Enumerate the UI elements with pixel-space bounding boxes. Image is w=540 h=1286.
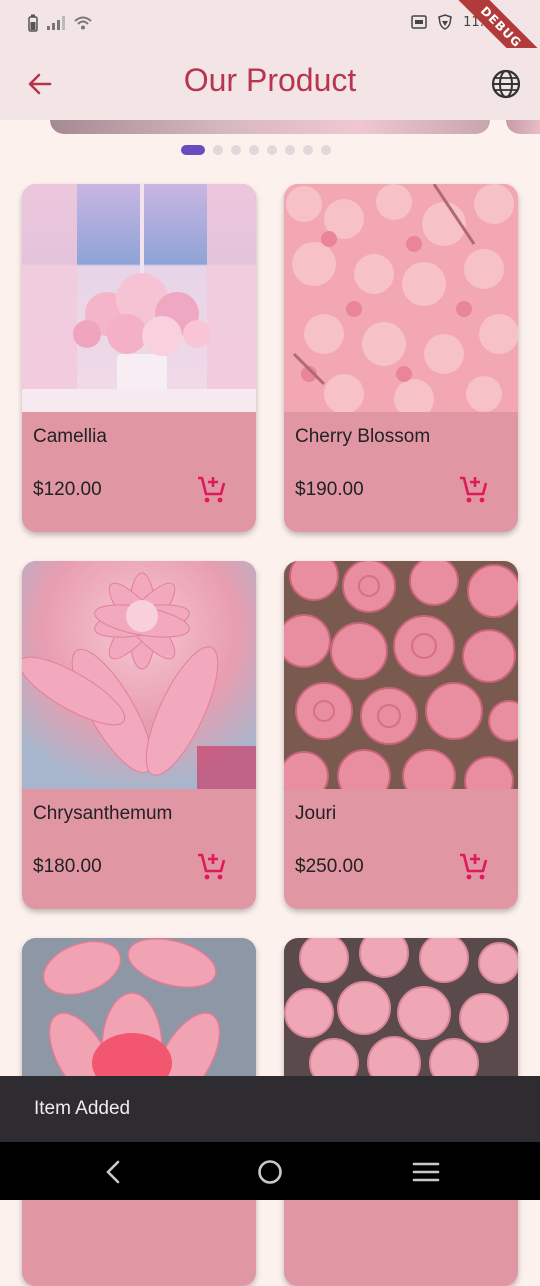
banner-image-next[interactable] — [506, 120, 540, 134]
carousel-dot[interactable] — [231, 145, 241, 155]
product-card-camellia[interactable]: Camellia $120.00 — [22, 184, 256, 532]
add-to-cart-icon[interactable] — [196, 851, 228, 883]
battery-icon — [28, 14, 38, 32]
status-left-icons — [28, 14, 92, 32]
status-bar: 11: DEBUG — [0, 0, 540, 88]
carousel-dot-active[interactable] — [181, 145, 205, 155]
add-to-cart-icon[interactable] — [196, 474, 228, 506]
carousel-dot[interactable] — [213, 145, 223, 155]
add-to-cart-icon[interactable] — [458, 474, 490, 506]
product-name: Chrysanthemum — [33, 803, 173, 824]
carousel-dot[interactable] — [249, 145, 259, 155]
product-price: $250.00 — [295, 856, 364, 877]
banner-image[interactable] — [50, 120, 490, 134]
product-image — [284, 184, 518, 412]
circle-home-icon[interactable] — [256, 1158, 284, 1186]
product-card-chrysanthemum[interactable]: Chrysanthemum $180.00 — [22, 561, 256, 909]
product-name: Camellia — [33, 426, 107, 447]
product-name: Jouri — [295, 803, 337, 824]
product-price: $190.00 — [295, 479, 364, 500]
carousel-indicator — [181, 145, 331, 155]
add-to-cart-icon[interactable] — [458, 851, 490, 883]
snackbar-message: Item Added — [34, 1098, 131, 1119]
carousel-dot[interactable] — [267, 145, 277, 155]
product-name: Cherry Blossom — [295, 426, 431, 447]
globe-icon[interactable] — [490, 68, 522, 100]
wifi-icon — [74, 16, 92, 30]
carousel-dot[interactable] — [321, 145, 331, 155]
product-image — [22, 561, 256, 789]
menu-lines-icon[interactable] — [412, 1158, 440, 1186]
snackbar: Item Added — [0, 1076, 540, 1142]
product-image — [22, 184, 256, 412]
status-right-icons: 11: — [411, 14, 484, 30]
carousel-dot[interactable] — [303, 145, 313, 155]
chevron-left-icon[interactable] — [100, 1158, 128, 1186]
notification-card-icon — [411, 15, 427, 29]
system-nav-bar — [0, 1142, 540, 1200]
product-card-cherry-blossom[interactable]: Cherry Blossom $190.00 — [284, 184, 518, 532]
product-card-jouri[interactable]: Jouri $250.00 — [284, 561, 518, 909]
product-price: $120.00 — [33, 479, 102, 500]
app-bar: Our Product — [0, 48, 540, 120]
signal-icon — [47, 16, 65, 30]
banner-carousel[interactable] — [0, 120, 540, 134]
product-price: $180.00 — [33, 856, 102, 877]
product-image — [284, 561, 518, 789]
carousel-dot[interactable] — [285, 145, 295, 155]
page-title: Our Product — [183, 62, 357, 98]
vpn-shield-icon — [438, 14, 452, 30]
